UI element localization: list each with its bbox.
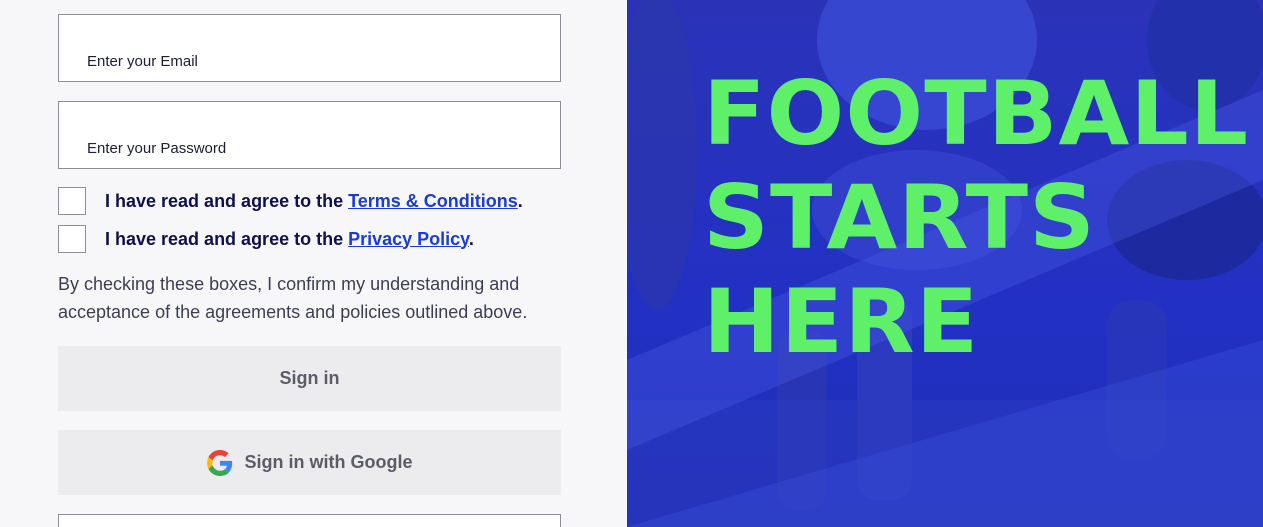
email-input[interactable]	[59, 15, 560, 81]
terms-suffix: .	[517, 190, 523, 211]
sign-in-button[interactable]: Sign in	[58, 346, 561, 411]
terms-checkbox[interactable]	[58, 187, 86, 215]
password-field[interactable]	[58, 101, 561, 169]
headline-line-1: FOOTBALL	[703, 62, 1250, 165]
privacy-suffix: .	[468, 228, 474, 249]
terms-label: I have read and agree to the Terms & Con…	[105, 191, 523, 212]
password-input[interactable]	[59, 102, 560, 168]
consent-text: By checking these boxes, I confirm my un…	[58, 274, 528, 322]
google-sign-in-label: Sign in with Google	[244, 452, 413, 472]
privacy-checkbox[interactable]	[58, 225, 86, 253]
sign-in-label: Sign in	[279, 368, 340, 388]
google-g-icon	[206, 449, 232, 476]
privacy-link[interactable]: Privacy Policy	[348, 229, 469, 249]
headline-line-2: STARTS	[703, 166, 1097, 269]
login-panel: I have read and agree to the Terms & Con…	[0, 0, 627, 527]
terms-prefix: I have read and agree to the	[105, 190, 349, 211]
google-sign-in-button[interactable]: Sign in with Google	[58, 430, 561, 495]
privacy-row: I have read and agree to the Privacy Pol…	[58, 225, 474, 253]
terms-row: I have read and agree to the Terms & Con…	[58, 187, 523, 215]
hero-headline: FOOTBALL STARTS HERE	[703, 62, 1248, 374]
partial-field[interactable]	[58, 514, 561, 527]
privacy-prefix: I have read and agree to the	[105, 228, 349, 249]
terms-link[interactable]: Terms & Conditions	[348, 191, 518, 211]
hero-panel: FOOTBALL STARTS HERE	[627, 0, 1263, 527]
email-field[interactable]	[58, 14, 561, 82]
headline-line-3: HERE	[703, 270, 980, 373]
privacy-label: I have read and agree to the Privacy Pol…	[105, 229, 474, 250]
